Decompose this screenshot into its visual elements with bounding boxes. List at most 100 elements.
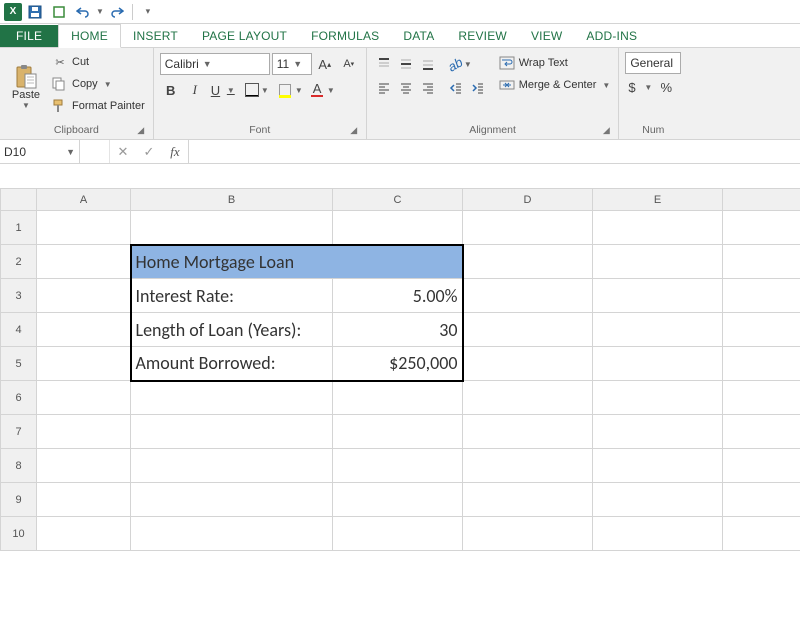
cell[interactable] [723,211,800,245]
cell[interactable] [463,211,593,245]
accounting-format-button[interactable]: $▼ [625,76,655,98]
tab-view[interactable]: VIEW [519,25,574,47]
cell[interactable] [593,313,723,347]
cell-c5[interactable]: $250,000 [333,347,463,381]
clipboard-launcher[interactable]: ◢ [135,125,147,137]
font-color-button[interactable]: A▼ [308,79,338,101]
cancel-formula-button[interactable]: ✕ [110,144,136,160]
row-header-9[interactable]: 9 [1,483,37,517]
align-middle-button[interactable] [395,53,417,75]
decrease-indent-button[interactable] [445,77,467,99]
grow-font-button[interactable]: A▴ [314,53,336,75]
cell[interactable] [723,415,800,449]
cell[interactable] [723,279,800,313]
cell[interactable] [463,313,593,347]
tab-data[interactable]: DATA [391,25,446,47]
cell[interactable] [37,381,131,415]
cell[interactable] [463,415,593,449]
tab-insert[interactable]: INSERT [121,25,190,47]
fill-color-button[interactable]: ▼ [276,79,306,101]
cell[interactable] [593,211,723,245]
cell[interactable] [723,313,800,347]
alignment-launcher[interactable]: ◢ [600,125,612,137]
cell[interactable] [723,483,800,517]
italic-button[interactable]: I [184,79,206,101]
qat-button-2[interactable] [48,2,70,22]
cell[interactable] [37,211,131,245]
cell[interactable] [463,483,593,517]
cut-button[interactable]: ✂ Cut [50,52,147,72]
cell[interactable] [131,381,333,415]
cell[interactable] [463,381,593,415]
undo-button[interactable] [72,2,94,22]
cell[interactable] [723,347,800,381]
align-right-button[interactable] [417,77,439,99]
cell[interactable] [593,279,723,313]
select-all-corner[interactable] [1,189,37,211]
cell-b5[interactable]: Amount Borrowed: [131,347,333,381]
cell[interactable] [593,347,723,381]
underline-button[interactable]: U▼ [208,79,238,101]
row-header-5[interactable]: 5 [1,347,37,381]
borders-button[interactable]: ▼ [242,79,272,101]
cell[interactable] [37,449,131,483]
cell[interactable] [463,449,593,483]
cell[interactable] [333,415,463,449]
cell[interactable] [333,211,463,245]
cell[interactable] [333,483,463,517]
bold-button[interactable]: B [160,79,182,101]
cell[interactable] [37,313,131,347]
enter-formula-button[interactable]: ✓ [136,144,162,160]
font-size-combo[interactable]: 11▼ [272,53,312,75]
row-header-2[interactable]: 2 [1,245,37,279]
cell[interactable] [333,517,463,551]
font-name-combo[interactable]: Calibri▼ [160,53,270,75]
tab-addins[interactable]: ADD-INS [574,25,649,47]
cell[interactable] [593,449,723,483]
name-box[interactable]: D10 ▼ [0,140,80,163]
cell[interactable] [593,245,723,279]
merge-center-button[interactable]: Merge & Center ▼ [497,75,613,95]
cell[interactable] [593,517,723,551]
cell[interactable] [131,211,333,245]
tab-file[interactable]: FILE [0,25,58,47]
col-header-d[interactable]: D [463,189,593,211]
orientation-button[interactable]: ab▼ [445,53,475,75]
cell[interactable] [37,483,131,517]
col-header-c[interactable]: C [333,189,463,211]
cell[interactable] [37,517,131,551]
copy-dropdown-icon[interactable]: ▼ [104,80,112,89]
col-header-b[interactable]: B [131,189,333,211]
cell[interactable] [723,381,800,415]
cell[interactable] [463,517,593,551]
cell-c3[interactable]: 5.00% [333,279,463,313]
cell-b4[interactable]: Length of Loan (Years): [131,313,333,347]
cell[interactable] [37,279,131,313]
copy-button[interactable]: Copy ▼ [50,74,147,94]
row-header-3[interactable]: 3 [1,279,37,313]
cell[interactable] [333,381,463,415]
cell-b3[interactable]: Interest Rate: [131,279,333,313]
row-header-1[interactable]: 1 [1,211,37,245]
row-header-8[interactable]: 8 [1,449,37,483]
row-header-10[interactable]: 10 [1,517,37,551]
shrink-font-button[interactable]: A▾ [338,53,360,75]
number-format-combo[interactable]: General [625,52,681,74]
cell-c4[interactable]: 30 [333,313,463,347]
increase-indent-button[interactable] [467,77,489,99]
cell[interactable] [593,381,723,415]
cell[interactable] [37,415,131,449]
cell[interactable] [131,483,333,517]
worksheet-grid[interactable]: A B C D E 1 2 Home Mortgage Loan 3 Inter… [0,188,800,551]
cell[interactable] [723,245,800,279]
cell[interactable] [463,347,593,381]
cell[interactable] [37,245,131,279]
row-header-4[interactable]: 4 [1,313,37,347]
tab-review[interactable]: REVIEW [446,25,519,47]
undo-dropdown-icon[interactable]: ▼ [96,7,104,16]
cell[interactable] [593,483,723,517]
cell[interactable] [333,449,463,483]
cell[interactable] [131,517,333,551]
wrap-text-button[interactable]: Wrap Text [497,53,613,73]
col-header-extra[interactable] [723,189,800,211]
